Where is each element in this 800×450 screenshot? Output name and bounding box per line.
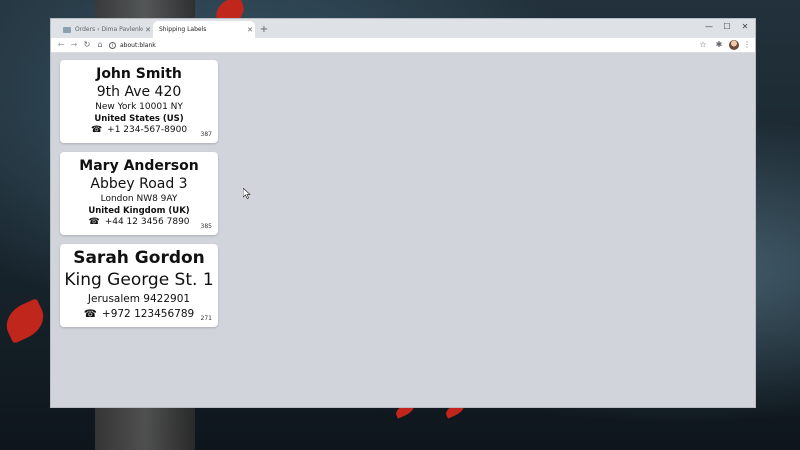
street-address: 9th Ave 420 (96, 84, 182, 101)
recipient-name: Mary Anderson (79, 158, 199, 174)
country: United States (US) (94, 113, 184, 124)
phone-number: +972 123456789 (101, 307, 195, 320)
phone-row: ☎ +1 234-567-8900 (60, 125, 218, 136)
phone-row: ☎ +972 123456789 (60, 308, 218, 321)
recipient-name: John Smith (96, 66, 182, 82)
city-postcode: New York 10001 NY (95, 102, 183, 113)
phone-row: ☎ +44 12 3456 7890 (60, 217, 218, 228)
info-icon[interactable]: i (109, 41, 116, 49)
minimize-button[interactable]: — (701, 20, 717, 34)
tab-close-icon[interactable]: ✕ (143, 26, 153, 34)
street-address: Abbey Road 3 (90, 176, 188, 193)
shipping-label: Sarah Gordon King George St. 1 Jerusalem… (60, 244, 218, 327)
browser-menu-icon[interactable]: ⋮ (741, 39, 753, 51)
phone-number: +1 234-567-8900 (107, 125, 188, 136)
phone-icon: ☎ (90, 125, 103, 136)
country: United Kingdom (UK) (88, 205, 190, 216)
maximize-button[interactable]: ☐ (719, 20, 735, 34)
phone-icon: ☎ (83, 307, 97, 320)
tab-title: Orders ‹ Dima Pavlenko — Word (75, 26, 143, 33)
address-bar[interactable]: i about:blank (109, 40, 689, 50)
order-id: 271 (200, 315, 212, 322)
order-id: 385 (200, 223, 212, 230)
shipping-label: Mary Anderson Abbey Road 3 London NW8 9A… (60, 152, 218, 235)
city-postcode: London NW8 9AY (100, 194, 178, 205)
page-viewport: John Smith 9th Ave 420 New York 10001 NY… (51, 53, 755, 407)
tab-orders[interactable]: Orders ‹ Dima Pavlenko — Word ✕ (57, 21, 153, 38)
profile-avatar[interactable] (729, 40, 739, 50)
browser-toolbar: ← → ↻ ⌂ i about:blank ☆ ✱ ⋮ (51, 38, 755, 53)
bookmark-star-icon[interactable]: ☆ (697, 39, 709, 51)
tab-close-icon[interactable]: ✕ (245, 26, 255, 34)
street-address: King George St. 1 (64, 269, 214, 290)
tab-title: Shipping Labels (159, 26, 207, 33)
extensions-puzzle-icon[interactable]: ✱ (713, 39, 725, 51)
recipient-name: Sarah Gordon (73, 248, 205, 268)
back-arrow-icon[interactable]: ← (55, 39, 67, 51)
mouse-cursor-icon (243, 188, 251, 199)
phone-number: +44 12 3456 7890 (104, 217, 190, 228)
tab-strip: Orders ‹ Dima Pavlenko — Word ✕ Shipping… (51, 19, 755, 38)
site-favicon-icon (63, 26, 71, 33)
order-id: 387 (200, 131, 212, 138)
new-tab-button[interactable]: + (257, 23, 271, 37)
home-icon[interactable]: ⌂ (94, 39, 106, 51)
shipping-label: John Smith 9th Ave 420 New York 10001 NY… (60, 60, 218, 143)
browser-window: Orders ‹ Dima Pavlenko — Word ✕ Shipping… (51, 19, 755, 407)
window-close-button[interactable]: ✕ (737, 20, 753, 34)
wallpaper-leaf (0, 298, 50, 344)
city-postcode: Jerusalem 9422901 (87, 293, 191, 306)
phone-icon: ☎ (88, 217, 100, 228)
reload-icon[interactable]: ↻ (81, 39, 93, 51)
forward-arrow-icon[interactable]: → (68, 39, 80, 51)
tab-shipping-labels[interactable]: Shipping Labels ✕ (153, 21, 255, 38)
address-text: about:blank (120, 41, 156, 49)
